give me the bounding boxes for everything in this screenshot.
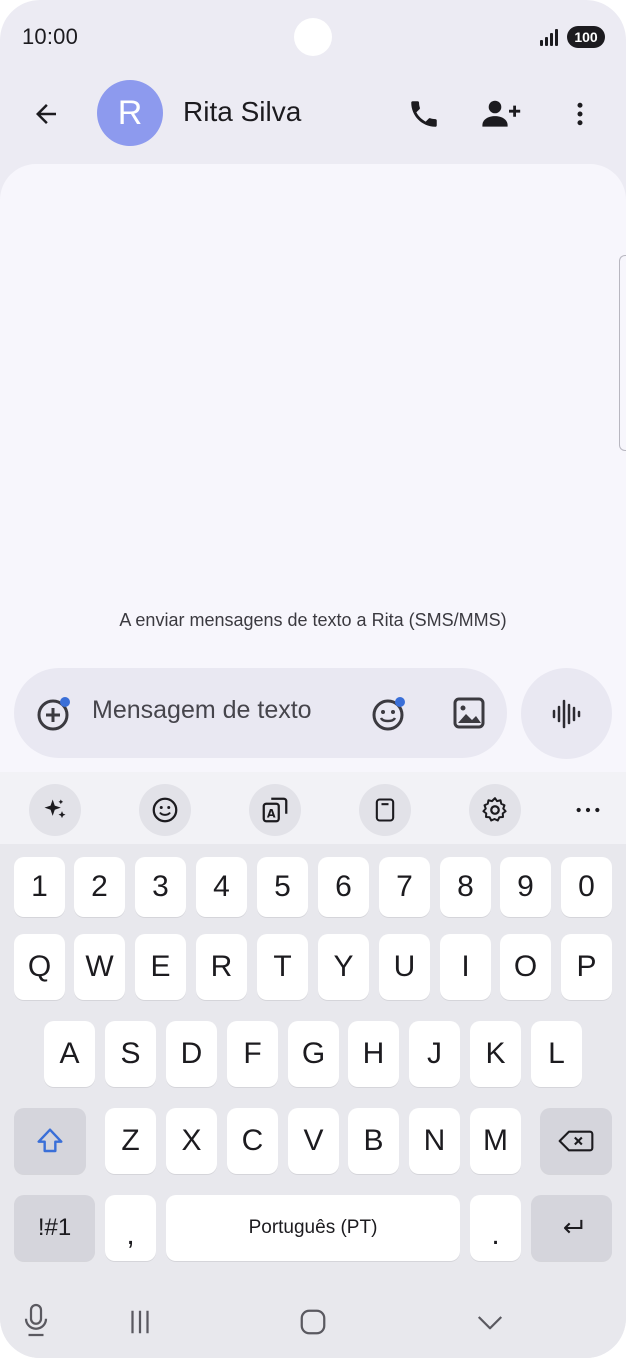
sms-mode-note: A enviar mensagens de texto a Rita (SMS/… [119,610,507,630]
key-u[interactable]: U [379,934,430,1000]
key-n[interactable]: N [409,1108,460,1174]
backspace-key[interactable] [540,1108,612,1174]
back-button[interactable] [20,88,72,140]
key-y[interactable]: Y [318,934,369,1000]
key-l[interactable]: L [531,1021,582,1087]
key-5[interactable]: 5 [257,857,308,917]
home-icon [300,1309,326,1335]
voice-input-button[interactable] [16,1300,56,1340]
key-s[interactable]: S [105,1021,156,1087]
keyboard-settings-button[interactable] [469,784,521,836]
call-button[interactable] [398,88,450,140]
keyboard-toolbar: A [0,772,626,844]
key-o[interactable]: O [500,934,551,1000]
add-circle-icon [37,697,70,731]
key-2[interactable]: 2 [74,857,125,917]
key-e[interactable]: E [135,934,186,1000]
key-7[interactable]: 7 [379,857,430,917]
recents-button[interactable] [120,1302,160,1342]
key-h[interactable]: H [348,1021,399,1087]
image-icon [453,697,485,729]
key-v[interactable]: V [288,1108,339,1174]
emoji-button[interactable] [368,692,410,734]
key-4[interactable]: 4 [196,857,247,917]
emoji-keyboard-button[interactable] [139,784,191,836]
home-button[interactable] [293,1302,333,1342]
sparkle-icon [44,799,66,819]
phone-screen: 10:00 100 R Rita Silva A enviar mensagen… [0,0,626,1358]
voice-waveform-icon [552,699,580,728]
conversation-area[interactable] [0,164,626,864]
ai-tools-button[interactable] [29,784,81,836]
clipboard-button[interactable] [359,784,411,836]
svg-text:A: A [267,808,276,821]
hide-keyboard-button[interactable] [470,1302,510,1342]
key-3[interactable]: 3 [135,857,186,917]
battery-indicator: 100 [567,26,605,48]
arrow-back-icon [36,104,56,124]
more-options-button[interactable] [554,88,606,140]
key-9[interactable]: 9 [500,857,551,917]
key-k[interactable]: K [470,1021,521,1087]
key-p[interactable]: P [561,934,612,1000]
key-c[interactable]: C [227,1108,278,1174]
emoji-icon [152,797,178,823]
status-time: 10:00 [22,24,79,49]
comma-key[interactable]: , [105,1195,156,1261]
key-z[interactable]: Z [105,1108,156,1174]
key-f[interactable]: F [227,1021,278,1087]
enter-icon [563,1219,582,1234]
key-m[interactable]: M [470,1108,521,1174]
clipboard-icon [375,798,395,822]
scroll-handle[interactable] [619,255,626,451]
recents-icon [131,1310,149,1334]
key-1[interactable]: 1 [14,857,65,917]
toolbar-more-button[interactable] [562,784,614,836]
key-8[interactable]: 8 [440,857,491,917]
key-w[interactable]: W [74,934,125,1000]
navigation-bar [0,1286,626,1358]
avatar[interactable]: R [97,80,163,146]
phone-icon [411,101,437,127]
settings-icon [482,797,507,822]
translate-icon: A [262,797,288,823]
key-q[interactable]: Q [14,934,65,1000]
mic-icon [24,1303,48,1337]
shift-icon [37,1128,63,1153]
key-d[interactable]: D [166,1021,217,1087]
period-key[interactable]: . [470,1195,521,1261]
chevron-down-icon [477,1316,503,1330]
add-contact-button[interactable] [476,88,528,140]
key-b[interactable]: B [348,1108,399,1174]
more-horiz-icon [576,807,600,813]
symbols-key[interactable]: !#1 [14,1195,95,1261]
message-composer[interactable]: Mensagem de texto [14,668,507,758]
voice-message-button[interactable] [521,668,612,759]
emoji-icon [372,697,405,731]
key-i[interactable]: I [440,934,491,1000]
key-j[interactable]: J [409,1021,460,1087]
add-person-icon [482,100,521,127]
message-input[interactable]: Mensagem de texto [92,696,312,725]
key-a[interactable]: A [44,1021,95,1087]
key-r[interactable]: R [196,934,247,1000]
gallery-button[interactable] [448,692,490,734]
enter-key[interactable] [531,1195,612,1261]
space-key[interactable]: Português (PT) [166,1195,460,1261]
attach-button[interactable] [34,692,76,734]
key-0[interactable]: 0 [561,857,612,917]
key-t[interactable]: T [257,934,308,1000]
backspace-icon [558,1130,594,1152]
contact-name[interactable]: Rita Silva [183,96,301,128]
camera-cutout [294,18,332,56]
key-x[interactable]: X [166,1108,217,1174]
shift-key[interactable] [14,1108,86,1174]
signal-bars-icon [540,28,558,46]
translate-button[interactable]: A [249,784,301,836]
key-g[interactable]: G [288,1021,339,1087]
more-vert-icon [577,102,583,126]
key-6[interactable]: 6 [318,857,369,917]
